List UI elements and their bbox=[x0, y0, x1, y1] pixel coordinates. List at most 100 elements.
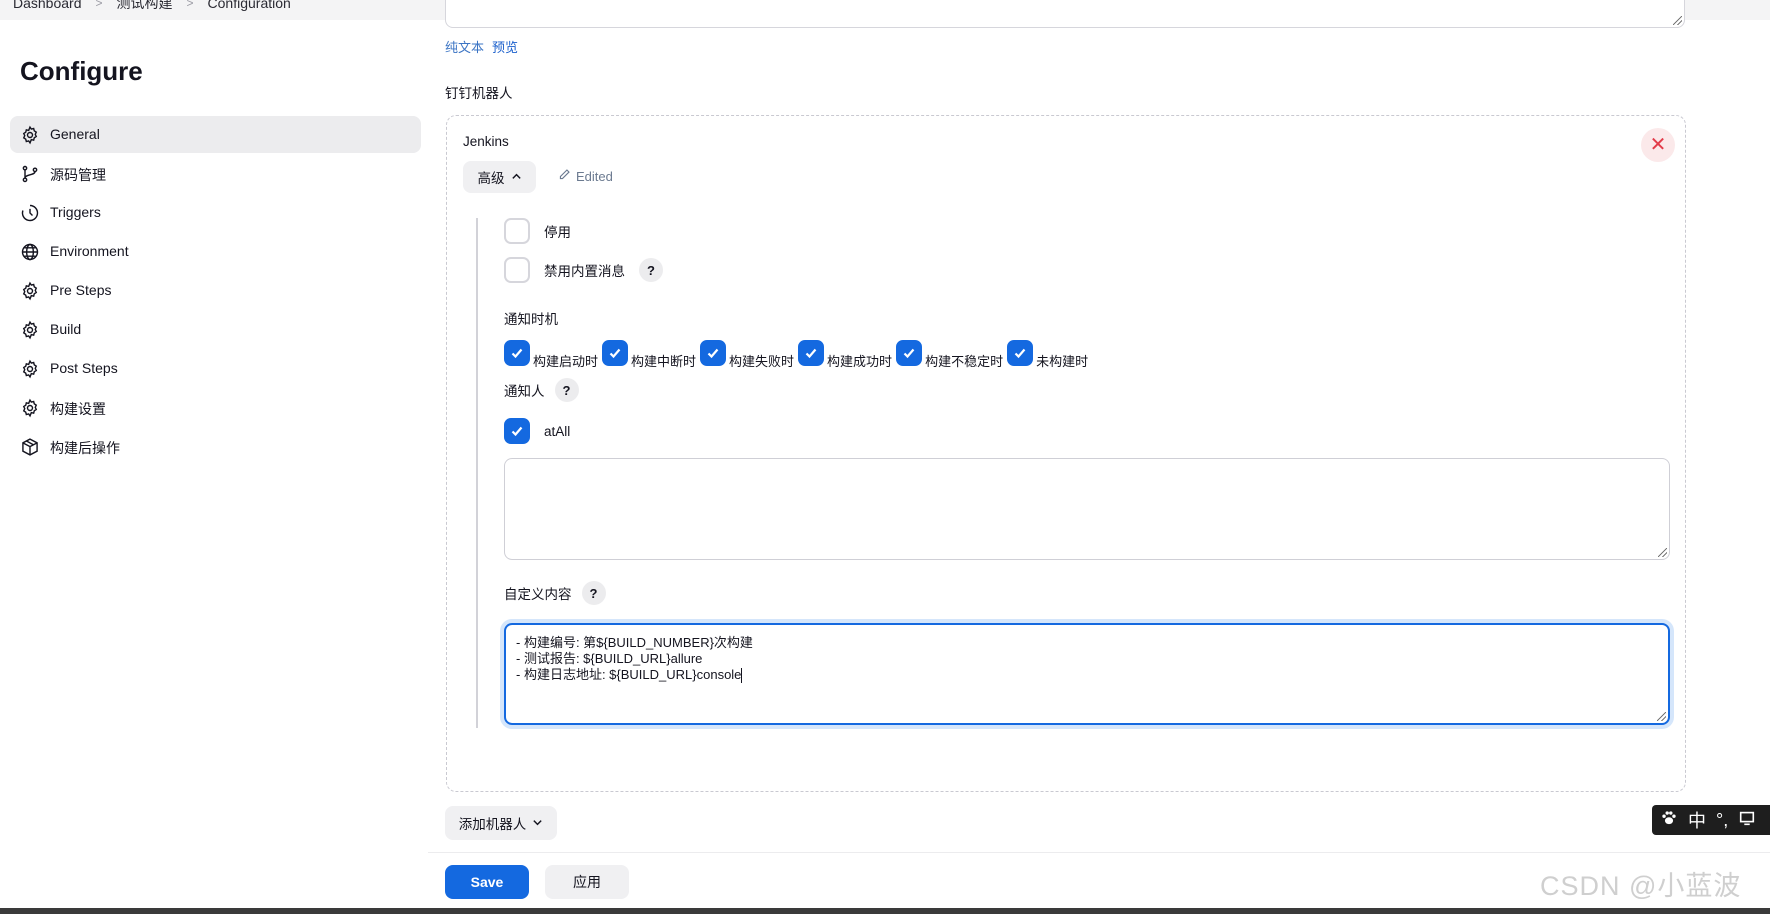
custom-content-textarea[interactable]: - 构建编号: 第${BUILD_NUMBER}次构建 - 测试报告: ${BUI… bbox=[504, 623, 1670, 725]
advanced-label: 高级 bbox=[477, 171, 505, 186]
edited-label: Edited bbox=[576, 168, 613, 184]
chevron-right-icon: > bbox=[186, 0, 194, 10]
sidebar-item-general[interactable]: General bbox=[10, 116, 421, 153]
clock-icon bbox=[20, 203, 40, 223]
window-bottom-edge bbox=[0, 908, 1770, 914]
resize-handle-icon[interactable] bbox=[1658, 548, 1667, 557]
timing-checkbox-unstable[interactable] bbox=[896, 340, 923, 366]
timing-checkbox-success[interactable] bbox=[798, 340, 825, 366]
content-line: - 构建编号: 第${BUILD_NUMBER}次构建 bbox=[516, 635, 753, 650]
sidebar: General 源码管理 Triggers Environment Pre St… bbox=[10, 116, 421, 467]
notify-people-text: 通知人 bbox=[504, 384, 545, 399]
notify-timing-text: 通知时机 bbox=[504, 312, 558, 327]
dingtalk-robot-card: Jenkins ✕ 高级 Edited 停用 禁用内置消息 ? 通知时机 构建启… bbox=[446, 115, 1686, 792]
robot-name: Jenkins bbox=[463, 134, 509, 149]
disable-checkbox[interactable] bbox=[504, 218, 530, 244]
sidebar-item-label: 构建设置 bbox=[50, 401, 106, 417]
package-icon bbox=[20, 437, 40, 457]
help-icon[interactable]: ? bbox=[581, 581, 606, 605]
notify-timing-options: 构建启动时 构建中断时 构建失败时 构建成功时 构建不稳定时 未构建时 bbox=[504, 340, 1092, 369]
sidebar-item-build-settings[interactable]: 构建设置 bbox=[10, 389, 421, 426]
disable-builtin-label: 禁用内置消息 bbox=[544, 264, 625, 279]
resize-handle-icon[interactable] bbox=[1673, 16, 1682, 25]
custom-content-label: 自定义内容 ? bbox=[504, 581, 606, 605]
ime-toolbar[interactable]: 中 °, bbox=[1652, 805, 1770, 835]
timing-option: 构建失败时 bbox=[700, 340, 794, 369]
notify-people-label: 通知人 ? bbox=[504, 378, 579, 402]
gear-icon bbox=[20, 281, 40, 301]
timing-checkbox-failure[interactable] bbox=[700, 340, 727, 366]
sidebar-item-label: Pre Steps bbox=[50, 282, 112, 298]
timing-label: 构建中断时 bbox=[631, 354, 697, 369]
sidebar-item-post-build[interactable]: 构建后操作 bbox=[10, 428, 421, 465]
gear-icon bbox=[20, 359, 40, 379]
help-icon[interactable]: ? bbox=[639, 258, 663, 282]
sidebar-item-label: 构建后操作 bbox=[50, 440, 120, 456]
sidebar-item-label: Post Steps bbox=[50, 360, 118, 376]
sidebar-item-label: Build bbox=[50, 321, 82, 337]
paw-icon bbox=[1660, 809, 1678, 832]
at-all-label: atAll bbox=[544, 423, 571, 439]
sidebar-item-triggers[interactable]: Triggers bbox=[10, 194, 421, 231]
timing-label: 构建启动时 bbox=[533, 354, 599, 369]
timing-option: 构建中断时 bbox=[602, 340, 696, 369]
breadcrumb-dashboard[interactable]: Dashboard bbox=[13, 0, 82, 11]
branch-icon bbox=[20, 164, 40, 184]
description-textarea[interactable] bbox=[445, 0, 1685, 28]
add-robot-button[interactable]: 添加机器人 bbox=[445, 806, 557, 840]
sidebar-item-build[interactable]: Build bbox=[10, 311, 421, 348]
custom-content-text: 自定义内容 bbox=[504, 587, 572, 602]
page-title: Configure bbox=[20, 56, 143, 86]
text-caret bbox=[741, 668, 743, 684]
save-button[interactable]: Save bbox=[445, 865, 529, 899]
gear-icon bbox=[20, 125, 40, 145]
breadcrumb-configuration[interactable]: Configuration bbox=[208, 0, 291, 11]
add-robot-label: 添加机器人 bbox=[458, 817, 527, 832]
disable-label: 停用 bbox=[544, 225, 571, 240]
advanced-panel: 停用 禁用内置消息 ? 通知时机 构建启动时 构建中断时 构建失败时 构建成功时… bbox=[476, 218, 1678, 728]
timing-option: 未构建时 bbox=[1007, 340, 1088, 369]
ime-mode: 中 bbox=[1688, 811, 1706, 831]
delete-robot-button[interactable]: ✕ bbox=[1641, 128, 1675, 162]
chevron-up-icon bbox=[511, 170, 522, 185]
timing-checkbox-start[interactable] bbox=[504, 340, 530, 366]
content-line: - 构建日志地址: ${BUILD_URL}console bbox=[516, 667, 742, 682]
apply-button[interactable]: 应用 bbox=[545, 865, 629, 899]
at-all-row: atAll bbox=[504, 418, 570, 444]
format-links: 纯文本 预览 bbox=[445, 37, 518, 56]
preview-link[interactable]: 预览 bbox=[492, 37, 518, 56]
timing-checkbox-aborted[interactable] bbox=[602, 340, 629, 366]
dingtalk-section-label: 钉钉机器人 bbox=[445, 86, 513, 101]
timing-label: 构建成功时 bbox=[827, 354, 893, 369]
sidebar-item-post-steps[interactable]: Post Steps bbox=[10, 350, 421, 387]
timing-checkbox-not-built[interactable] bbox=[1007, 340, 1034, 366]
watermark: CSDN @小蓝波 bbox=[1540, 871, 1742, 901]
sidebar-item-label: 源码管理 bbox=[50, 167, 106, 183]
globe-icon bbox=[20, 242, 40, 262]
timing-label: 构建不稳定时 bbox=[925, 354, 1004, 369]
sidebar-item-label: Environment bbox=[50, 243, 129, 259]
sidebar-item-scm[interactable]: 源码管理 bbox=[10, 155, 421, 192]
at-all-checkbox[interactable] bbox=[504, 418, 530, 444]
sidebar-item-pre-steps[interactable]: Pre Steps bbox=[10, 272, 421, 309]
pencil-icon bbox=[558, 168, 571, 184]
advanced-toggle-button[interactable]: 高级 bbox=[463, 161, 536, 193]
timing-option: 构建成功时 bbox=[798, 340, 892, 369]
notify-people-textarea[interactable] bbox=[504, 458, 1670, 560]
gear-icon bbox=[20, 398, 40, 418]
timing-option: 构建不稳定时 bbox=[896, 340, 1003, 369]
timing-label: 构建失败时 bbox=[729, 354, 795, 369]
help-icon[interactable]: ? bbox=[554, 378, 579, 402]
ime-punct: °, bbox=[1716, 809, 1729, 830]
plain-text-link[interactable]: 纯文本 bbox=[445, 37, 484, 56]
sidebar-item-environment[interactable]: Environment bbox=[10, 233, 421, 270]
ime-screen-icon bbox=[1738, 809, 1756, 832]
content-line: - 测试报告: ${BUILD_URL}allure bbox=[516, 651, 703, 666]
chevron-right-icon: > bbox=[95, 0, 103, 10]
sidebar-item-label: General bbox=[50, 126, 100, 142]
disable-builtin-checkbox[interactable] bbox=[504, 257, 530, 283]
resize-handle-icon[interactable] bbox=[1657, 712, 1666, 721]
timing-option: 构建启动时 bbox=[504, 340, 598, 369]
custom-content-value: - 构建编号: 第${BUILD_NUMBER}次构建 - 测试报告: ${BUI… bbox=[506, 625, 1668, 693]
breadcrumb-job[interactable]: 测试构建 bbox=[117, 0, 173, 13]
